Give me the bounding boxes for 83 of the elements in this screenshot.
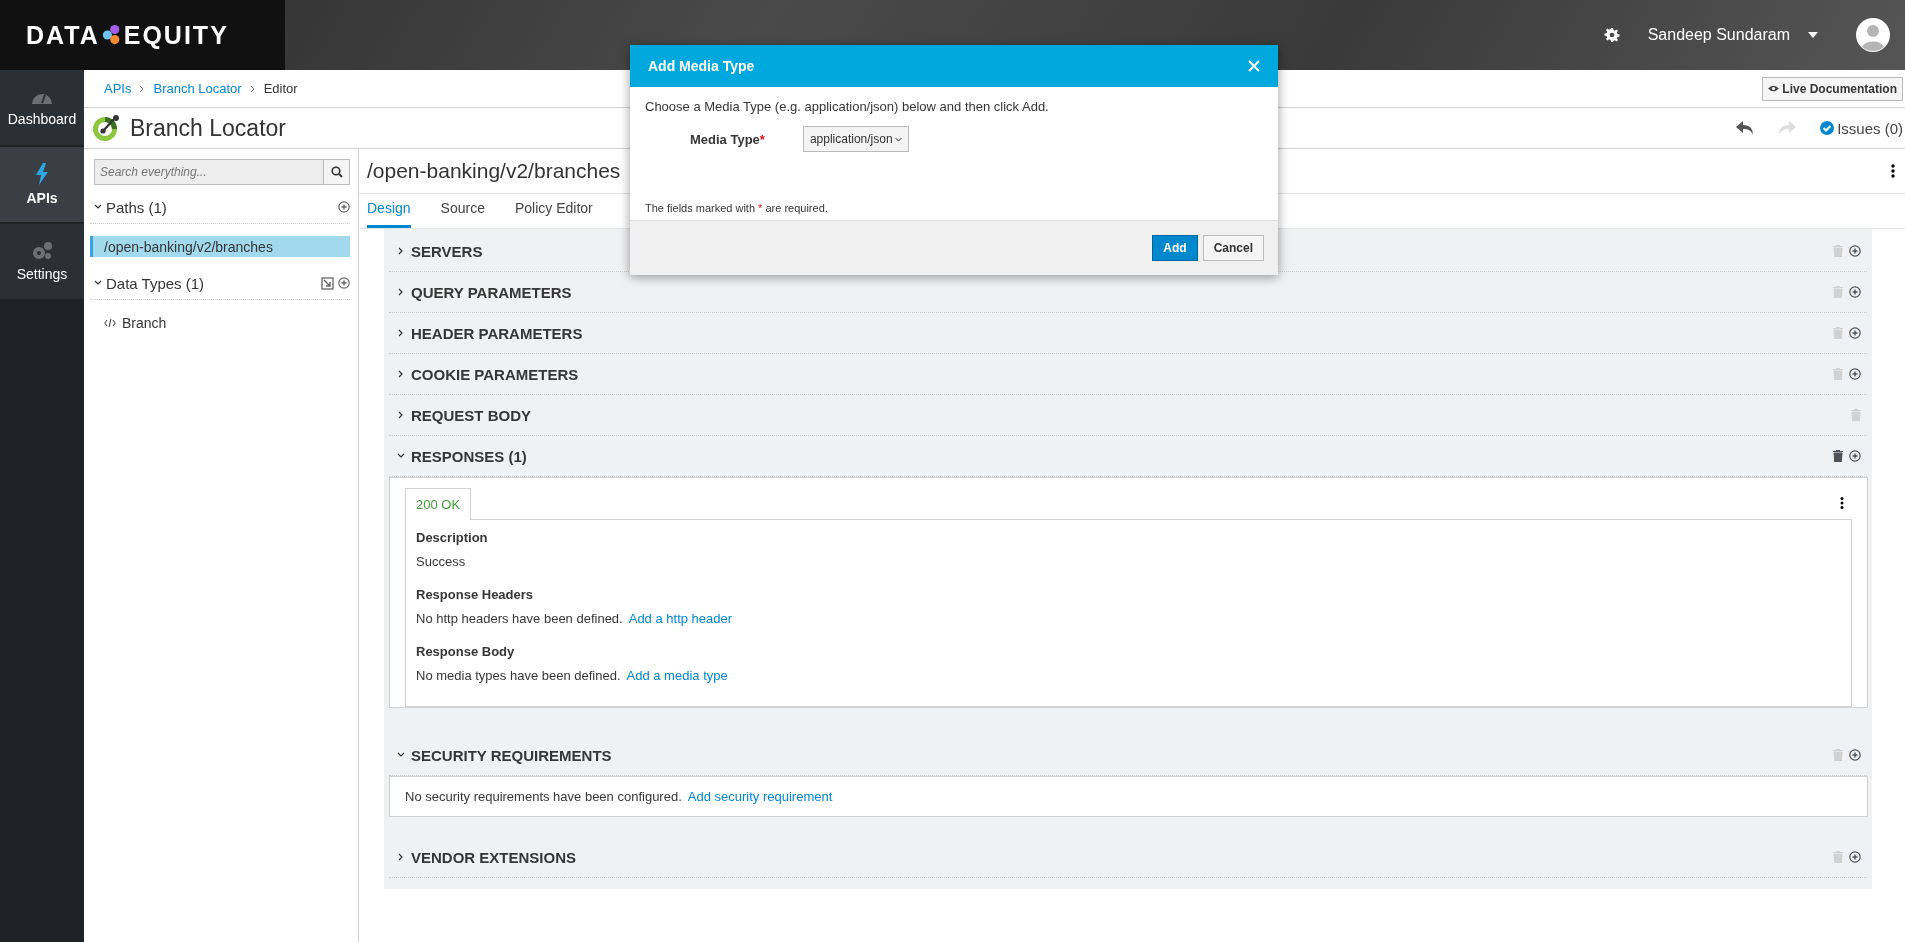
add-icon[interactable] [1849, 245, 1861, 257]
lightning-icon [35, 163, 49, 185]
live-documentation-button[interactable]: Live Documentation [1762, 76, 1903, 101]
kebab-menu-icon[interactable] [1891, 164, 1895, 178]
field-label: Response Headers [416, 587, 535, 602]
settings-icon[interactable] [1603, 27, 1620, 43]
sidebar-item[interactable]: Branch [90, 312, 350, 333]
gears-icon [31, 241, 53, 261]
sidebar-item[interactable]: /open-banking/v2/branches [90, 236, 350, 257]
user-menu[interactable]: Sandeep Sundaram [1647, 26, 1818, 44]
empty-message: No security requirements have been configured. [405, 789, 682, 804]
code-icon [104, 317, 116, 328]
add-icon[interactable] [338, 201, 350, 213]
kebab-menu-icon[interactable] [1840, 497, 1844, 509]
chevron-icon[interactable] [397, 853, 405, 861]
api-title: Branch Locator [130, 114, 286, 142]
dialog-title: Add Media Type [648, 58, 756, 74]
add-icon[interactable] [1849, 851, 1861, 863]
add-icon[interactable] [1849, 450, 1861, 462]
field-value: No http headers have been defined. [416, 611, 623, 626]
section-heading: Paths (1) [106, 198, 168, 216]
section-title[interactable]: REQUEST BODY [411, 406, 1845, 424]
logo: DATA EQUITY [26, 20, 229, 50]
add-link[interactable]: Add a media type [626, 668, 728, 683]
media-type-dropdown[interactable]: application/json [802, 126, 909, 152]
add-icon[interactable] [338, 277, 350, 289]
chevron-icon [139, 84, 146, 93]
chevron-icon[interactable] [94, 279, 102, 287]
section-title[interactable]: SECURITY REQUIREMENTS [411, 746, 1827, 764]
field-label: Response Body [416, 644, 516, 659]
add-icon[interactable] [1849, 286, 1861, 298]
add-icon[interactable] [1849, 368, 1861, 380]
dialog-instructions: Choose a Media Type (e.g. application/json) below and then click Add. [645, 99, 1050, 114]
chevron-icon [249, 84, 256, 93]
undo-icon[interactable] [1736, 121, 1755, 135]
path-title: /open-banking/v2/branches [367, 159, 622, 183]
search-button[interactable] [324, 159, 350, 185]
chevron-icon[interactable] [397, 452, 405, 460]
breadcrumb-link[interactable]: APIs [104, 81, 132, 96]
search-icon [330, 166, 343, 178]
eye-icon [1768, 85, 1780, 92]
section-title[interactable]: VENDOR EXTENSIONS [411, 848, 1827, 866]
cancel-button[interactable]: Cancel [1202, 235, 1264, 261]
breadcrumb-link[interactable]: Branch Locator [153, 81, 242, 96]
caret-icon [894, 136, 902, 142]
add-link[interactable]: Add security requirement [687, 789, 833, 804]
chevron-icon[interactable] [397, 247, 405, 255]
check-circle-icon [1820, 121, 1835, 135]
chevron-icon[interactable] [397, 751, 405, 759]
chevron-icon[interactable] [94, 203, 102, 211]
breadcrumb-current: Editor [263, 81, 298, 96]
section-title[interactable]: HEADER PARAMETERS [411, 324, 1827, 342]
field-label: Description [416, 530, 489, 545]
chevron-icon[interactable] [397, 411, 405, 419]
add-link[interactable]: Add a http header [628, 611, 733, 626]
required-note: The fields marked with * are required. [645, 202, 829, 216]
caret-icon [1808, 32, 1818, 38]
nav-item[interactable]: APIs [0, 147, 84, 222]
close-icon[interactable] [1248, 60, 1260, 72]
issues-link[interactable]: Issues (0) [1820, 119, 1903, 137]
chevron-icon[interactable] [397, 288, 405, 296]
field-value: No media types have been defined. [416, 668, 621, 683]
add-button[interactable]: Add [1152, 235, 1198, 261]
import-icon[interactable] [321, 276, 334, 290]
editor-tab[interactable]: Source [440, 194, 485, 228]
section-title[interactable]: RESPONSES (1) [411, 447, 1827, 465]
chevron-icon[interactable] [397, 370, 405, 378]
add-icon[interactable] [1849, 749, 1861, 761]
field-label: Media Type* [690, 131, 765, 147]
avatar-icon[interactable] [1856, 18, 1890, 52]
editor-tab[interactable]: Policy Editor [514, 194, 593, 228]
add-icon[interactable] [1849, 327, 1861, 339]
search-field[interactable]: Search everything... [94, 159, 324, 185]
nav-item[interactable]: Settings [0, 224, 84, 299]
nav-item[interactable]: Dashboard [0, 70, 84, 145]
field-value: Success [416, 554, 466, 569]
section-heading: Data Types (1) [106, 274, 206, 292]
section-title[interactable]: COOKIE PARAMETERS [411, 365, 1827, 383]
section-title[interactable]: QUERY PARAMETERS [411, 283, 1827, 301]
response-tab[interactable]: 200 OK [405, 488, 472, 520]
api-logo-icon [92, 114, 120, 142]
trash-icon[interactable] [1833, 450, 1843, 462]
chevron-icon[interactable] [397, 329, 405, 337]
